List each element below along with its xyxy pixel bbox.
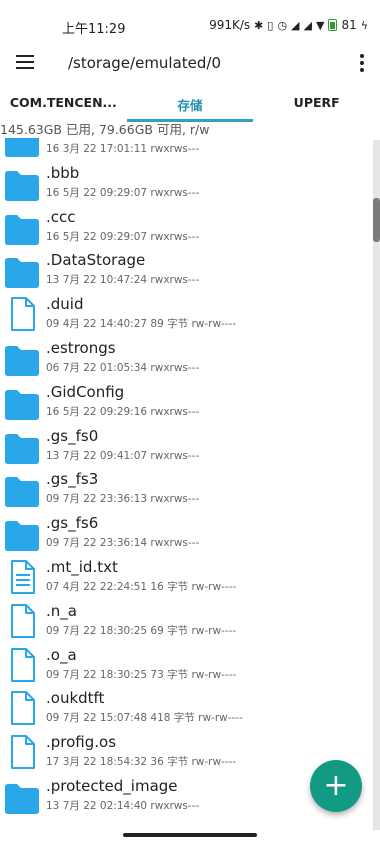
folder-icon xyxy=(4,212,40,246)
file-meta: 16 5月 22 09:29:07 rwxrws--- xyxy=(46,230,200,243)
add-button[interactable]: + xyxy=(310,760,362,812)
scrollbar[interactable] xyxy=(373,140,380,830)
file-icon xyxy=(4,647,40,682)
file-row[interactable]: .ccc 16 5月 22 09:29:07 rwxrws--- xyxy=(0,206,370,250)
file-row[interactable]: .gs_fs3 09 7月 22 23:36:13 rwxrws--- xyxy=(0,468,370,512)
file-meta: 16 5月 22 09:29:16 rwxrws--- xyxy=(46,405,200,418)
file-name: .gs_fs3 xyxy=(46,470,99,489)
charging-icon: ϟ xyxy=(360,18,368,32)
storage-info: 145.63GB 已用, 79.66GB 可用, r/w xyxy=(0,122,210,138)
battery-level: 81 xyxy=(341,18,357,32)
file-name: .ccc xyxy=(46,207,76,226)
folder-icon xyxy=(4,474,40,508)
file-row[interactable]: .gs_fs6 09 7月 22 23:36:14 rwxrws--- xyxy=(0,512,370,556)
folder-icon xyxy=(4,781,40,815)
file-name: .duid xyxy=(46,295,84,314)
folder-icon xyxy=(4,518,40,552)
status-time: 上午11:29 xyxy=(62,22,126,37)
folder-icon xyxy=(4,168,40,202)
bluetooth-icon: ✱ xyxy=(254,18,264,32)
file-meta: 06 7月 22 01:05:34 rwxrws--- xyxy=(46,361,200,374)
file-row[interactable]: .mt_id.txt 07 4月 22 22:24:51 16 字节 rw-rw-… xyxy=(0,556,370,600)
file-name: .profig.os xyxy=(46,733,117,752)
file-row[interactable]: .duid 09 4月 22 14:40:27 89 字节 rw-rw---- xyxy=(0,293,370,337)
file-name: .mt_id.txt xyxy=(46,557,118,576)
file-meta: 16 3月 22 17:01:11 rwxrws--- xyxy=(46,143,200,155)
tab-uperf[interactable]: UPERF xyxy=(253,86,380,122)
alarm-icon: ◷ xyxy=(277,18,288,32)
file-icon xyxy=(4,734,40,770)
scroll-thumb[interactable] xyxy=(373,198,380,242)
app-bar: /storage/emulated/0 xyxy=(0,42,380,84)
net-speed: 991K/s xyxy=(209,18,251,32)
file-meta: 17 3月 22 18:54:32 36 字节 rw-rw---- xyxy=(46,756,237,769)
file-meta: 09 7月 22 15:07:48 418 字节 rw-rw---- xyxy=(46,712,243,725)
file-meta: 09 7月 22 23:36:13 rwxrws--- xyxy=(46,493,200,506)
file-name: .protected_image xyxy=(46,776,178,795)
more-vert-icon[interactable] xyxy=(358,54,366,72)
file-meta: 13 7月 22 02:14:40 rwxrws--- xyxy=(46,799,200,812)
file-meta: 09 7月 22 18:30:25 69 字节 rw-rw---- xyxy=(46,624,237,637)
home-indicator[interactable] xyxy=(123,833,257,837)
file-row[interactable]: .n_a 09 7月 22 18:30:25 69 字节 rw-rw---- xyxy=(0,600,370,644)
file-icon xyxy=(4,690,40,726)
file-name: .estrongs xyxy=(46,338,116,357)
tab-bar: COM.TENCEN... 存储 UPERF xyxy=(0,86,380,122)
file-name: .GidConfig xyxy=(46,382,125,401)
file-meta: 09 7月 22 23:36:14 rwxrws--- xyxy=(46,537,200,550)
file-meta: 09 7月 22 18:30:25 73 字节 rw-rw---- xyxy=(46,668,237,681)
file-row[interactable]: .estrongs 06 7月 22 01:05:34 rwxrws--- xyxy=(0,337,370,381)
folder-icon xyxy=(4,343,40,377)
file-name: .oukdtft xyxy=(46,689,105,708)
file-row[interactable]: .DataStorage 13 7月 22 10:47:24 rwxrws--- xyxy=(0,249,370,293)
text-file-icon xyxy=(4,559,40,594)
file-row[interactable]: .bbb 16 5月 22 09:29:07 rwxrws--- xyxy=(0,162,370,206)
menu-icon[interactable] xyxy=(16,54,36,70)
file-name: .o_a xyxy=(46,645,77,664)
file-meta: 09 4月 22 14:40:27 89 字节 rw-rw---- xyxy=(46,318,237,331)
path-title: /storage/emulated/0 xyxy=(68,54,222,72)
file-name: .DataStorage xyxy=(46,251,146,270)
add-icon: + xyxy=(323,768,349,803)
file-name: .gs_fs0 xyxy=(46,426,99,445)
file-meta: 13 7月 22 09:41:07 rwxrws--- xyxy=(46,449,200,462)
folder-icon xyxy=(4,431,40,465)
file-name: .gs_fs6 xyxy=(46,514,99,533)
file-row[interactable]: .profig.os 17 3月 22 18:54:32 36 字节 rw-rw-… xyxy=(0,731,370,775)
file-name: .n_a xyxy=(46,601,77,620)
file-list[interactable]: .Application16 3月 22 17:01:11 rwxrws---.… xyxy=(0,126,370,826)
file-row[interactable]: .gs_fs0 13 7月 22 09:41:07 rwxrws--- xyxy=(0,425,370,469)
wifi-icon: ▼ xyxy=(315,18,325,32)
file-icon xyxy=(4,603,40,638)
signal-icon: ◢ xyxy=(303,18,312,32)
tab-com-tencent[interactable]: COM.TENCEN... xyxy=(0,86,127,122)
file-row[interactable]: .oukdtft 09 7月 22 15:07:48 418 字节 rw-rw--… xyxy=(0,687,370,731)
file-meta: 07 4月 22 22:24:51 16 字节 rw-rw---- xyxy=(46,580,237,593)
folder-icon xyxy=(4,387,40,421)
file-icon xyxy=(4,296,40,332)
status-bar: 上午11:29 991K/s ✱ ▯ ◷ ◢ ◢ ▼ 81 ϟ xyxy=(0,0,380,40)
file-row[interactable]: .GidConfig 16 5月 22 09:29:16 rwxrws--- xyxy=(0,381,370,425)
file-row[interactable]: .o_a 09 7月 22 18:30:25 73 字节 rw-rw---- xyxy=(0,644,370,688)
status-icons: 991K/s ✱ ▯ ◷ ◢ ◢ ▼ 81 ϟ xyxy=(209,18,368,32)
battery-icon xyxy=(328,19,338,31)
folder-icon xyxy=(4,255,40,289)
signal-icon: ◢ xyxy=(291,18,300,32)
vibrate-icon: ▯ xyxy=(267,18,274,32)
file-meta: 16 5月 22 09:29:07 rwxrws--- xyxy=(46,186,200,199)
file-name: .bbb xyxy=(46,163,80,182)
file-meta: 13 7月 22 10:47:24 rwxrws--- xyxy=(46,274,200,287)
tab-storage[interactable]: 存储 xyxy=(126,86,254,122)
